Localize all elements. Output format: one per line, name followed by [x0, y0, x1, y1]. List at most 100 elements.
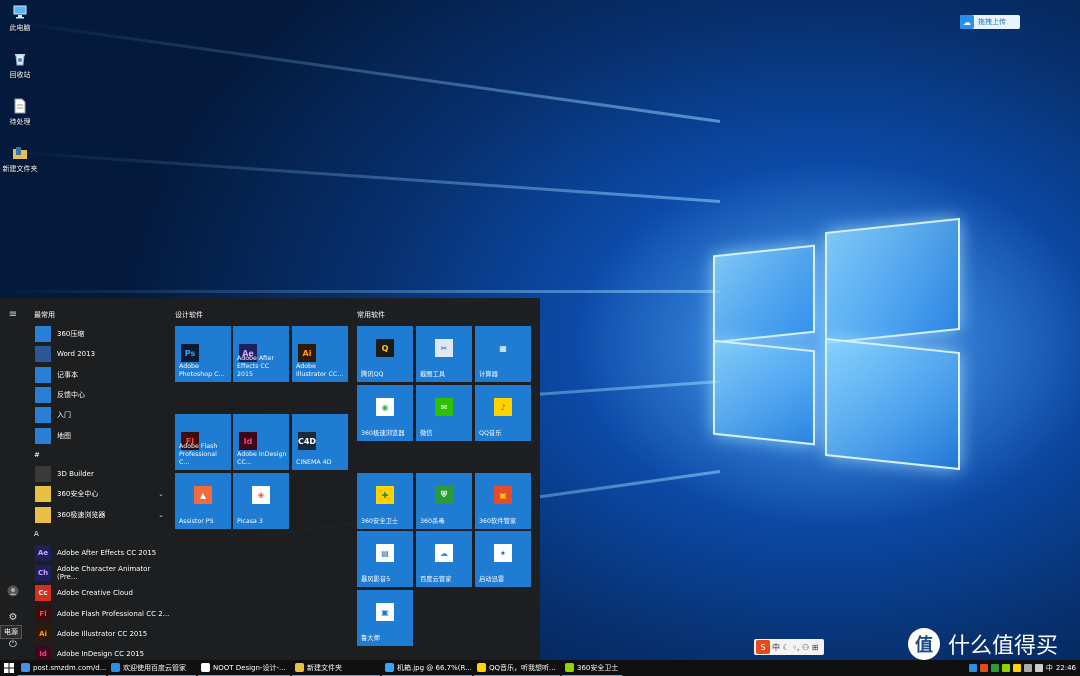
desktop-icon-this-pc[interactable]: 此电脑 — [0, 4, 40, 33]
tray-shield-icon[interactable] — [1001, 664, 1010, 672]
tray-language[interactable]: 中 — [1046, 663, 1053, 673]
start-tile[interactable]: ❀ Picasa 3 — [233, 473, 289, 529]
start-app-item[interactable]: Fl Adobe Flash Professional CC 2... — [30, 604, 170, 624]
app-icon — [35, 387, 51, 404]
tile-icon: C4D — [298, 432, 316, 450]
start-button[interactable] — [0, 660, 18, 676]
start-tile[interactable]: ✂ 截图工具 — [416, 326, 472, 382]
start-tile[interactable]: Ai Adobe Illustrator CC... — [292, 326, 348, 382]
tray-360-icon[interactable] — [990, 664, 999, 672]
start-tile[interactable]: ☁ 百度云管家 — [416, 531, 472, 587]
app-icon — [35, 326, 51, 343]
tile-label: Adobe InDesign CC... — [237, 451, 287, 466]
start-tile[interactable]: ✚ 360安全卫士 — [357, 473, 413, 529]
taskbar-app-label: 360安全卫士 — [577, 663, 619, 672]
document-icon — [12, 98, 28, 114]
taskbar-app-button[interactable]: 机箱.jpg @ 66.7%(R... — [382, 660, 472, 676]
taskbar-app-button[interactable]: 欢迎使用百度云管家 — [108, 660, 196, 676]
taskbar-app-label: NOOT Design-设计-... — [213, 663, 286, 672]
tray-sogou-icon[interactable] — [979, 664, 988, 672]
light-ray — [1, 149, 721, 203]
start-app-item[interactable]: 360压缩 — [30, 324, 170, 344]
taskbar-app-label: 机箱.jpg @ 66.7%(R... — [397, 663, 472, 672]
start-tile[interactable]: ⛨ 360杀毒 — [416, 473, 472, 529]
tile-icon: Q — [376, 339, 394, 358]
start-app-item[interactable]: Ch Adobe Character Animator (Pre... — [30, 563, 170, 583]
tray-clock[interactable]: 22:46 — [1056, 664, 1076, 672]
tile-label: CINEMA 4D — [296, 459, 332, 466]
start-app-item[interactable]: 3D Builder — [30, 464, 170, 484]
start-app-item[interactable]: 反馈中心 — [30, 385, 170, 405]
start-tile[interactable]: Ps Adobe Photoshop C... — [175, 326, 231, 382]
cloud-icon: ☁ — [960, 15, 974, 29]
app-label: 360压缩 — [57, 330, 85, 339]
tile-icon: ▣ — [494, 486, 512, 505]
user-avatar-icon[interactable] — [5, 585, 21, 599]
start-tile[interactable]: C4D CINEMA 4D — [292, 414, 348, 470]
start-tile[interactable]: Q 腾讯QQ — [357, 326, 413, 382]
start-tile[interactable]: ✉ 微信 — [416, 385, 472, 441]
start-tile[interactable]: ▤ 暴风影音5 — [357, 531, 413, 587]
chevron-down-icon[interactable]: ⌄ — [158, 511, 164, 519]
tile-icon: ✚ — [376, 486, 394, 505]
tile-icon: ✉ — [435, 398, 453, 417]
tile-label: 启动迅雷 — [479, 576, 505, 583]
section-header-a[interactable]: A — [30, 525, 170, 543]
tray-volume-icon[interactable] — [1034, 664, 1043, 672]
tile-group-design[interactable]: 设计软件 — [175, 310, 203, 320]
taskbar-app-button[interactable]: QQ音乐，听我想听... — [474, 660, 560, 676]
windows-logo — [705, 215, 965, 471]
start-tile[interactable]: ▣ 鲁大师 — [357, 590, 413, 646]
desktop-icon-recycle-bin[interactable]: 回收站 — [0, 51, 40, 80]
settings-gear-icon[interactable]: ⚙ — [5, 611, 21, 625]
taskbar-app-button[interactable]: NOOT Design-设计-... — [198, 660, 290, 676]
start-app-item[interactable]: Ai Adobe Illustrator CC 2015 — [30, 624, 170, 644]
start-tile[interactable]: Fl Adobe Flash Professional C... — [175, 414, 231, 470]
start-app-item[interactable]: Cc Adobe Creative Cloud — [30, 583, 170, 603]
start-tile[interactable]: ▲ Assistor PS — [175, 473, 231, 529]
start-tile[interactable]: Ae Adobe After Effects CC 2015 — [233, 326, 289, 382]
start-tile[interactable]: ▦ 计算器 — [475, 326, 531, 382]
start-app-item[interactable]: 地图 — [30, 425, 170, 445]
start-tile[interactable]: Id Adobe InDesign CC... — [233, 414, 289, 470]
recycle-bin-icon — [12, 51, 28, 67]
tile-label: 截图工具 — [420, 371, 446, 378]
desktop-icon-new-folder[interactable]: 新建文件夹 — [0, 145, 40, 174]
app-icon — [35, 346, 51, 363]
app-icon: Fl — [35, 605, 51, 622]
start-tile[interactable]: ✦ 启动迅雷 — [475, 531, 531, 587]
start-app-item[interactable]: 入门 — [30, 405, 170, 425]
start-app-item[interactable]: Word 2013 — [30, 344, 170, 364]
tile-group-common[interactable]: 常用软件 — [357, 310, 385, 320]
taskbar-app-button[interactable]: 新建文件夹 — [292, 660, 380, 676]
taskbar-app-button[interactable]: 360安全卫士 — [562, 660, 622, 676]
cloud-upload-button[interactable]: ☁ 拖拽上传 — [960, 15, 1020, 29]
start-app-item[interactable]: 360极速浏览器 ⌄ — [30, 504, 170, 524]
app-icon: Cc — [35, 585, 51, 602]
hamburger-menu-icon[interactable]: ≡ — [5, 308, 21, 322]
light-ray — [0, 290, 720, 293]
ime-toolbar[interactable]: S 中 ☾ ◦, ⚇ ⊞ — [754, 639, 824, 655]
tile-icon: ▣ — [376, 603, 394, 622]
app-label: Adobe Illustrator CC 2015 — [57, 630, 148, 638]
section-header-hash[interactable]: # — [30, 446, 170, 464]
tray-cloud-icon[interactable] — [968, 664, 977, 672]
start-tile[interactable]: ▣ 360软件管家 — [475, 473, 531, 529]
start-app-item[interactable]: 记事本 — [30, 365, 170, 385]
tile-icon: ✂ — [435, 339, 453, 358]
power-icon[interactable]: ⏻ — [5, 638, 21, 652]
tile-icon: ▦ — [499, 343, 507, 353]
tray-music-icon[interactable] — [1012, 664, 1021, 672]
tile-icon: ▤ — [376, 544, 394, 563]
start-app-item[interactable]: 360安全中心 ⌄ — [30, 484, 170, 504]
start-app-item[interactable]: Ae Adobe After Effects CC 2015 — [30, 543, 170, 563]
taskbar-app-button[interactable]: post.smzdm.com/d... — [18, 660, 106, 676]
app-icon: Ch — [35, 565, 51, 582]
start-tile[interactable]: ◉ 360极速浏览器 — [357, 385, 413, 441]
desktop-icon-pending[interactable]: 待处理 — [0, 98, 40, 127]
smzdm-logo-icon: 值 — [908, 628, 940, 660]
tray-network-icon[interactable] — [1023, 664, 1032, 672]
app-icon — [35, 506, 51, 523]
start-tile[interactable]: ♪ QQ音乐 — [475, 385, 531, 441]
chevron-down-icon[interactable]: ⌄ — [158, 490, 164, 498]
